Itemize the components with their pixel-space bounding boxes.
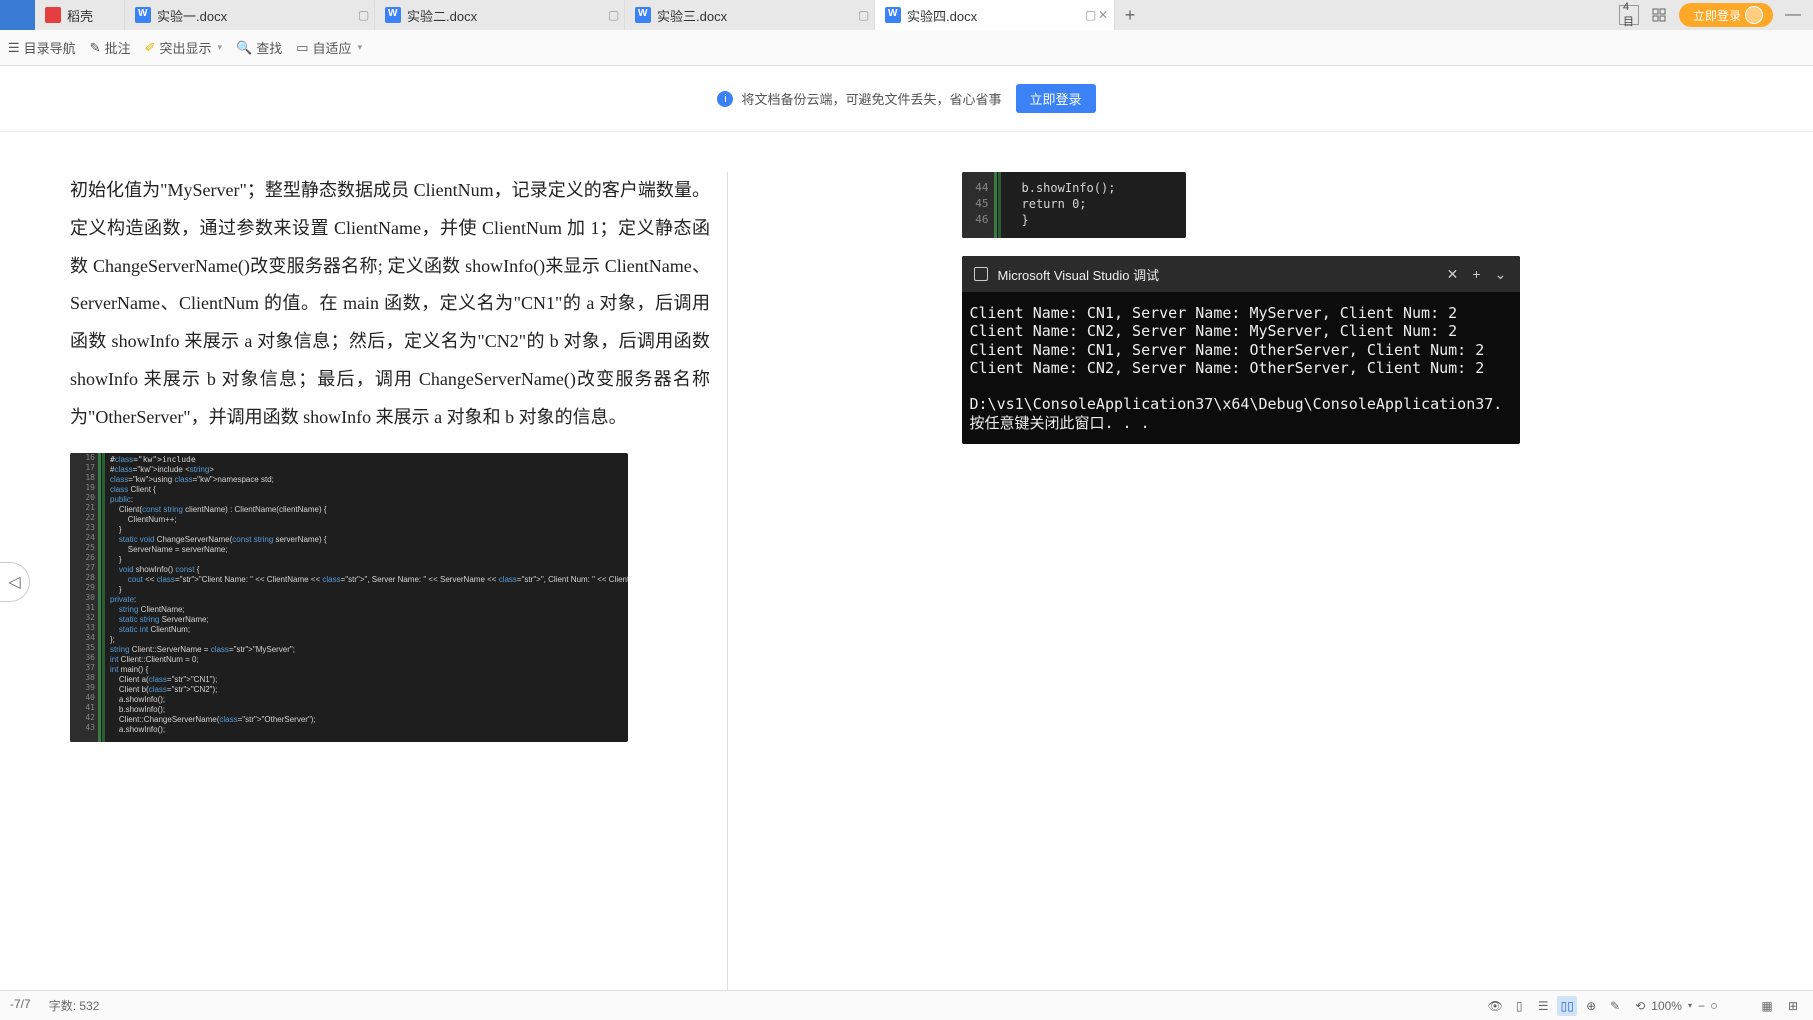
login-label: 立即登录 [1693,7,1741,24]
login-button[interactable]: 立即登录 [1679,3,1773,27]
nav-button[interactable]: ☰ 目录导航 [8,38,76,57]
word-count[interactable]: 字数: 532 [49,997,100,1014]
word-icon [885,7,901,23]
tab-close-icon[interactable]: ✕ [1098,10,1108,20]
search-icon: 🔍 [236,40,252,56]
tab-doc-1[interactable]: 实验一.docx ▢ [125,0,375,30]
fit-label: 自适应 [313,38,352,57]
tab-label: 实验二.docx [407,6,614,25]
tab-restore-icon[interactable]: ▢ [1085,10,1095,20]
zoom-control[interactable]: ⟲ 100% ▾ − [1635,999,1717,1013]
tab-restore-icon[interactable]: ▢ [358,10,368,20]
word-icon [135,7,151,23]
tab-restore-icon[interactable]: ▢ [608,10,618,20]
login-now-button[interactable]: 立即登录 [1016,84,1096,113]
zoom-icon: ⟲ [1635,999,1645,1013]
highlight-label: 突出显示 [160,38,212,57]
toolbar: ☰ 目录导航 ✎ 批注 ✐ 突出显示 🔍 查找 ▭ 自适应 [0,30,1813,66]
tab-add-button[interactable]: + [1115,5,1145,26]
tab-app-icon [0,0,35,30]
nav-label: 目录导航 [24,38,76,57]
terminal-output: Client Name: CN1, Server Name: MyServer,… [962,292,1520,444]
terminal-add-icon[interactable]: + [1470,266,1484,282]
snip-code-text: b.showInfo(); return 0; } [1022,180,1116,228]
minimize-icon[interactable]: — [1783,5,1803,25]
banner-text: 将文档备份云端，可避免文件丢失，省心省事 [741,89,1001,108]
tab-label: 实验四.docx [907,6,1104,25]
daoke-icon [45,7,61,23]
terminal-app-icon [974,267,988,281]
tab-bar: 稻壳 实验一.docx ▢ 实验二.docx ▢ 实验三.docx ▢ 实验四.… [0,0,1813,30]
terminal-screenshot: Microsoft Visual Studio 调试 ✕ + ⌄ Client … [962,256,1520,444]
status-icon-1[interactable]: ▦ [1757,996,1777,1016]
tab-label: 实验一.docx [157,6,364,25]
terminal-close-icon[interactable]: ✕ [1446,266,1460,283]
cloud-backup-banner: i 将文档备份云端，可避免文件丢失，省心省事 立即登录 [0,66,1813,132]
eye-view-icon[interactable]: 👁 [1485,996,1505,1016]
edit-icon[interactable]: ✎ [1605,996,1625,1016]
left-page: 初始化值为"MyServer"；整型静态数据成员 ClientNum，记录定义的… [0,132,922,1002]
zoom-slider[interactable] [1711,1003,1717,1009]
code-screenshot-left: 1617181920212223242526272829303132333435… [70,453,628,742]
comment-icon: ✎ [90,40,101,56]
word-icon [635,7,651,23]
avatar-icon [1745,6,1763,24]
search-button[interactable]: 🔍 查找 [236,38,282,57]
terminal-dropdown-icon[interactable]: ⌄ [1494,266,1508,283]
tab-label: 实验三.docx [657,6,864,25]
single-page-icon[interactable]: ▯ [1509,996,1529,1016]
page-divider [727,172,728,1002]
comment-label: 批注 [105,38,131,57]
word-icon [385,7,401,23]
comment-button[interactable]: ✎ 批注 [90,38,131,57]
tab-doc-2[interactable]: 实验二.docx ▢ [375,0,625,30]
tab-label: 稻壳 [67,6,114,25]
page-count-icon[interactable]: 4目 [1619,5,1639,25]
info-icon: i [717,91,733,107]
outline-view-icon[interactable]: ☰ [1533,996,1553,1016]
tab-daoke[interactable]: 稻壳 [35,0,125,30]
grid-icon[interactable] [1649,5,1669,25]
highlight-button[interactable]: ✐ 突出显示 [145,38,222,57]
status-bar: -7/7 字数: 532 👁 ▯ ☰ ▯▯ ⊕ ✎ ⟲ 100% ▾ − ▦ ⊞ [0,990,1813,1020]
fit-button[interactable]: ▭ 自适应 [296,38,362,57]
tab-doc-4[interactable]: 实验四.docx ▢ ✕ [875,0,1115,30]
tab-doc-3[interactable]: 实验三.docx ▢ [625,0,875,30]
two-page-icon[interactable]: ▯▯ [1557,996,1577,1016]
nav-icon: ☰ [8,40,20,56]
zoom-value: 100% [1651,999,1682,1013]
status-icon-2[interactable]: ⊞ [1783,996,1803,1016]
zoom-out-button[interactable]: − [1698,999,1705,1013]
document-body-text: 初始化值为"MyServer"；整型静态数据成员 ClientNum，记录定义的… [70,172,710,437]
fit-icon: ▭ [296,40,308,56]
search-label: 查找 [256,38,282,57]
terminal-header: Microsoft Visual Studio 调试 ✕ + ⌄ [962,256,1520,292]
page-indicator[interactable]: -7/7 [10,997,31,1014]
right-page: 444546 b.showInfo(); return 0; } Microso… [922,132,1813,1002]
highlight-icon: ✐ [145,40,156,56]
code-screenshot-right-top: 444546 b.showInfo(); return 0; } [962,172,1186,238]
web-view-icon[interactable]: ⊕ [1581,996,1601,1016]
terminal-title: Microsoft Visual Studio 调试 [998,265,1436,284]
zoom-caret-icon[interactable]: ▾ [1688,1001,1692,1010]
document-content: ◁ 初始化值为"MyServer"；整型静态数据成员 ClientNum，记录定… [0,132,1813,1002]
tab-restore-icon[interactable]: ▢ [858,10,868,20]
